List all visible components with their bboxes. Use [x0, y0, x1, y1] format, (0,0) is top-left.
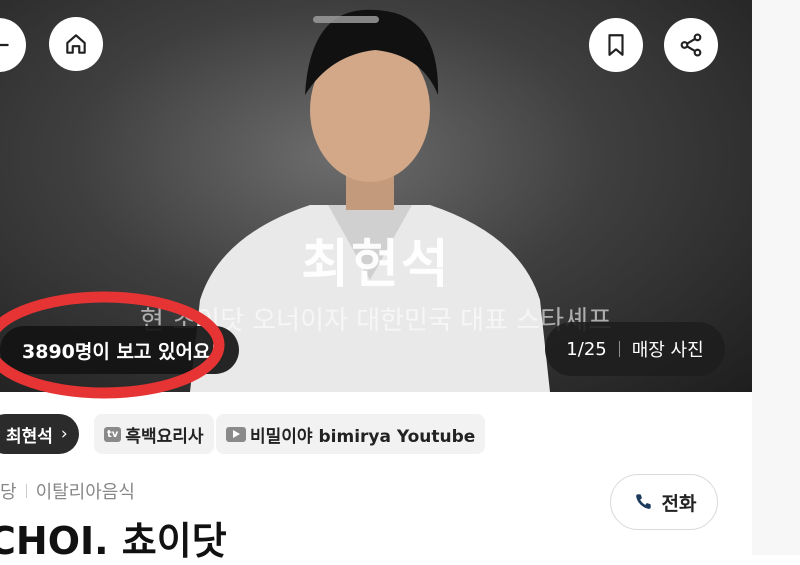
divider — [25, 484, 27, 498]
drag-handle[interactable] — [313, 16, 379, 23]
youtube-label: 비밀이야 bimirya Youtube — [250, 426, 476, 447]
photo-category: 매장 사진 — [631, 340, 704, 361]
home-button[interactable] — [49, 17, 103, 71]
category-prefix: 당 — [0, 482, 17, 503]
divider — [618, 341, 620, 357]
store-name: CHOI. 쵸이닷 — [0, 519, 227, 563]
bookmark-button[interactable] — [589, 18, 643, 72]
right-gutter — [752, 0, 800, 555]
photo-index: 1/25 — [566, 338, 607, 360]
photo-counter[interactable]: 1/25 매장 사진 — [545, 322, 725, 376]
category-label: 이탈리아음식 — [35, 482, 135, 503]
arrow-left-icon — [0, 43, 9, 47]
call-button[interactable]: 전화 — [610, 474, 718, 530]
chef-chip[interactable]: 최현석 › — [0, 414, 79, 454]
tv-show-label: 흑백요리사 — [125, 426, 204, 447]
phone-icon — [635, 494, 651, 509]
call-label: 전화 — [661, 492, 697, 515]
category: 당 이탈리아음식 — [0, 478, 135, 504]
youtube-chip[interactable]: 비밀이야 bimirya Youtube — [216, 414, 486, 454]
tv-icon: tv — [104, 426, 122, 442]
viewers-text: 3890명이 보고 있어요! — [22, 340, 220, 363]
tv-show-chip[interactable]: tv 흑백요리사 — [94, 414, 214, 454]
home-icon — [66, 34, 86, 54]
share-icon — [680, 33, 702, 57]
chevron-right-icon: › — [60, 424, 68, 444]
chef-chip-label: 최현석 — [6, 426, 53, 447]
viewers-badge: 3890명이 보고 있어요! — [0, 326, 240, 374]
bookmark-icon — [608, 34, 624, 56]
share-button[interactable] — [664, 18, 718, 72]
hero-title: 최현석 — [301, 235, 451, 295]
youtube-icon — [226, 426, 246, 442]
